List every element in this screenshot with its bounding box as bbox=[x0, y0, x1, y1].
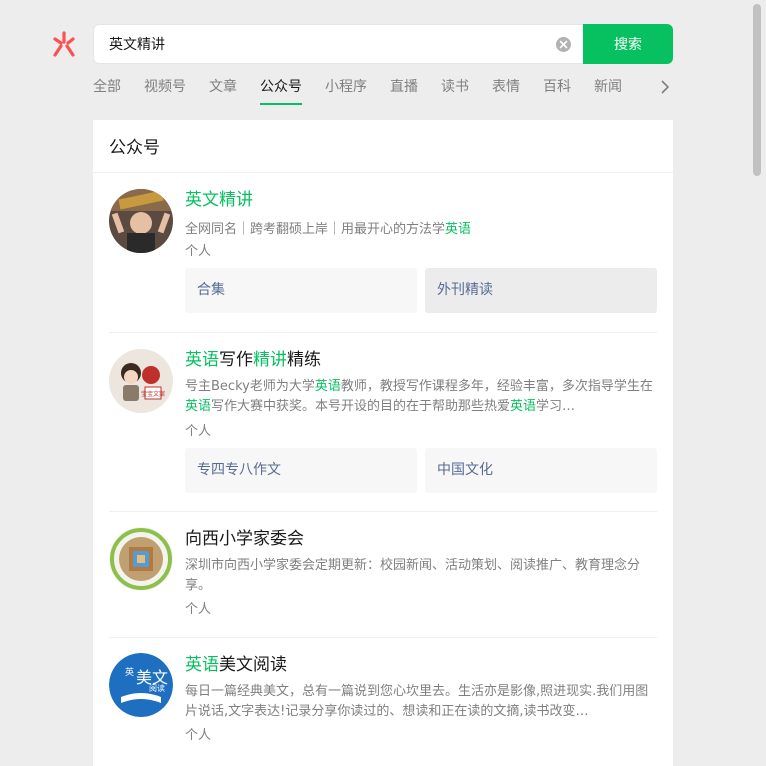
result-tags: 合集 外刊精读 bbox=[185, 268, 657, 313]
keyword-highlight: 英语 bbox=[510, 399, 537, 414]
panel-title: 公众号 bbox=[93, 120, 673, 173]
chevron-right-icon[interactable] bbox=[656, 78, 674, 96]
result-type: 个人 bbox=[185, 728, 212, 743]
text-fragment: 学习… bbox=[536, 399, 576, 414]
avatar: 英 美文 阅读 bbox=[109, 653, 173, 717]
text-fragment: 深圳市向西小学家委会定期更新：校园新闻、活动策划、阅读推广、教育理念分享。 bbox=[185, 558, 641, 593]
result-type: 个人 bbox=[185, 424, 212, 439]
tab-books[interactable]: 读书 bbox=[441, 76, 469, 105]
wechat-search-logo bbox=[50, 30, 78, 58]
avatar bbox=[109, 527, 173, 591]
keyword-highlight: 英文精讲 bbox=[185, 190, 253, 210]
avatar-label: 宝宝文案 bbox=[141, 390, 165, 398]
result-title[interactable]: 英语写作精讲精练 bbox=[185, 348, 657, 372]
result-title[interactable]: 英文精讲 bbox=[185, 188, 657, 212]
tab-articles[interactable]: 文章 bbox=[209, 76, 237, 105]
tab-official-accounts[interactable]: 公众号 bbox=[260, 76, 302, 105]
result-description: 深圳市向西小学家委会定期更新：校园新闻、活动策划、阅读推广、教育理念分享。 bbox=[185, 556, 657, 596]
result-title[interactable]: 英语美文阅读 bbox=[185, 653, 657, 677]
result-item[interactable]: 英文精讲 全网同名｜跨考翻硕上岸｜用最开心的方法学英语 个人 合集 外刊精读 bbox=[109, 173, 657, 333]
result-title[interactable]: 向西小学家委会 bbox=[185, 527, 657, 551]
keyword-highlight: 英语 bbox=[185, 655, 219, 675]
result-item[interactable]: 英 美文 阅读 英语美文阅读 每日一篇经典美文，总有一篇说到您心坎里去。生活亦是… bbox=[109, 638, 657, 766]
tab-all[interactable]: 全部 bbox=[93, 76, 121, 105]
tag-foreign-journal[interactable]: 外刊精读 bbox=[425, 268, 657, 313]
tab-stickers[interactable]: 表情 bbox=[492, 76, 520, 105]
keyword-highlight: 英语 bbox=[445, 222, 472, 237]
keyword-highlight: 英语 bbox=[314, 379, 341, 394]
search-input[interactable] bbox=[109, 36, 556, 52]
tag-collection[interactable]: 合集 bbox=[185, 268, 417, 313]
text-fragment: 教师，教授写作课程多年，经验丰富，多次指导学生在 bbox=[340, 379, 653, 394]
tag-chinese-culture[interactable]: 中国文化 bbox=[425, 448, 657, 493]
page-scrollbar[interactable] bbox=[753, 4, 761, 176]
result-description: 全网同名｜跨考翻硕上岸｜用最开心的方法学英语 bbox=[185, 220, 657, 240]
result-item[interactable]: 向西小学家委会 深圳市向西小学家委会定期更新：校园新闻、活动策划、阅读推广、教育… bbox=[109, 512, 657, 638]
keyword-highlight: 精讲 bbox=[253, 350, 287, 370]
results-panel: 公众号 英文精讲 全网同名｜跨考翻硕上岸｜用最开心的方法学英语 个人 合集 外刊… bbox=[93, 120, 673, 766]
tab-channels[interactable]: 视频号 bbox=[144, 76, 186, 105]
avatar: 宝宝文案 bbox=[109, 349, 173, 413]
avatar-text-top: 英 bbox=[125, 666, 134, 678]
result-type: 个人 bbox=[185, 244, 212, 259]
keyword-highlight: 英语 bbox=[185, 399, 212, 414]
search-bar: 搜索 bbox=[93, 24, 673, 64]
search-button[interactable]: 搜索 bbox=[583, 24, 673, 64]
text-fragment: 全网同名｜跨考翻硕上岸｜用最开心的方法学 bbox=[185, 222, 446, 237]
text-fragment: 写作大赛中获奖。本号开设的目的在于帮助那些热爱 bbox=[211, 399, 511, 414]
text-fragment: 向西小学家委会 bbox=[185, 529, 304, 549]
result-description: 每日一篇经典美文，总有一篇说到您心坎里去。生活亦是影像,照进现实.我们用图片说话… bbox=[185, 682, 657, 722]
result-description: 号主Becky老师为大学英语教师，教授写作课程多年，经验丰富，多次指导学生在英语… bbox=[185, 377, 657, 417]
tab-news[interactable]: 新闻 bbox=[594, 76, 622, 105]
text-fragment: 美文阅读 bbox=[219, 655, 287, 675]
tag-tem-essay[interactable]: 专四专八作文 bbox=[185, 448, 417, 493]
result-item[interactable]: 宝宝文案 英语写作精讲精练 号主Becky老师为大学英语教师，教授写作课程多年，… bbox=[109, 333, 657, 512]
text-fragment: 写作 bbox=[219, 350, 253, 370]
keyword-highlight: 英语 bbox=[185, 350, 219, 370]
text-fragment: 每日一篇经典美文，总有一篇说到您心坎里去。生活亦是影像,照进现实.我们用图片说话… bbox=[185, 684, 649, 719]
tab-encyclopedia[interactable]: 百科 bbox=[543, 76, 571, 105]
tab-live[interactable]: 直播 bbox=[390, 76, 418, 105]
clear-icon[interactable] bbox=[556, 36, 571, 52]
text-fragment: 精练 bbox=[287, 350, 321, 370]
category-tabs: 全部 视频号 文章 公众号 小程序 直播 读书 表情 百科 新闻 bbox=[93, 76, 683, 106]
result-type: 个人 bbox=[185, 602, 212, 617]
result-tags: 专四专八作文 中国文化 bbox=[185, 448, 657, 493]
text-fragment: 号主Becky老师为大学 bbox=[185, 379, 315, 394]
search-box bbox=[93, 24, 583, 64]
tab-mini-programs[interactable]: 小程序 bbox=[325, 76, 367, 105]
avatar-text-right: 阅读 bbox=[149, 683, 165, 693]
avatar bbox=[109, 189, 173, 253]
